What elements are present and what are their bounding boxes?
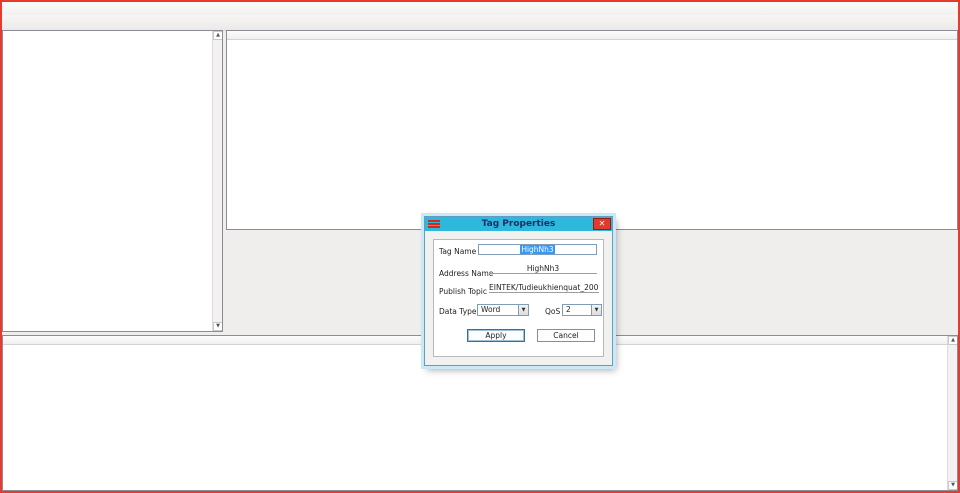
tag-name-label: Tag Name bbox=[439, 247, 476, 256]
chevron-down-icon[interactable]: ▼ bbox=[518, 305, 528, 315]
address-name-field[interactable]: HighNh3 bbox=[489, 264, 597, 274]
channel-tree-panel: ▲ ▼ bbox=[2, 30, 223, 332]
menu-bar bbox=[2, 2, 958, 15]
scroll-up-icon[interactable]: ▲ bbox=[213, 31, 223, 40]
address-name-label: Address Name bbox=[439, 269, 493, 278]
chevron-down-icon[interactable]: ▼ bbox=[591, 305, 601, 315]
channel-tree bbox=[4, 31, 211, 331]
dialog-title-bar[interactable]: Tag Properties ✕ bbox=[425, 217, 612, 231]
tag-table-panel bbox=[226, 30, 958, 230]
log-body bbox=[4, 345, 946, 490]
cancel-button[interactable]: Cancel bbox=[537, 329, 595, 342]
tag-table-header bbox=[227, 31, 957, 40]
dialog-title: Tag Properties bbox=[482, 219, 556, 229]
data-type-combobox[interactable]: Word ▼ bbox=[477, 304, 529, 316]
tree-scrollbar[interactable]: ▲ ▼ bbox=[212, 31, 222, 331]
data-type-label: Data Type bbox=[439, 307, 477, 316]
apply-button[interactable]: Apply bbox=[467, 329, 525, 342]
close-icon[interactable]: ✕ bbox=[593, 218, 611, 230]
hamburger-icon[interactable] bbox=[428, 219, 440, 229]
qos-label: QoS bbox=[545, 307, 560, 316]
toolbar bbox=[2, 15, 958, 31]
publish-topic-field[interactable]: EINTEK/Tudieukhienquat_2001202 bbox=[489, 283, 599, 293]
tag-properties-dialog: Tag Properties ✕ Tag Name HighNh3 Addres… bbox=[424, 216, 613, 366]
scroll-down-icon[interactable]: ▼ bbox=[948, 481, 958, 490]
scroll-down-icon[interactable]: ▼ bbox=[213, 322, 223, 331]
log-scrollbar[interactable]: ▲ ▼ bbox=[947, 336, 957, 490]
app-window: ▲ ▼ ▲ ▼ Tag Properties ✕ Tag Name HighNh… bbox=[0, 0, 960, 493]
qos-combobox[interactable]: 2 ▼ bbox=[562, 304, 602, 316]
scroll-up-icon[interactable]: ▲ bbox=[948, 336, 958, 345]
data-type-value: Word bbox=[481, 305, 500, 314]
tag-name-input[interactable]: HighNh3 bbox=[478, 244, 597, 255]
publish-topic-label: Publish Topic bbox=[439, 287, 487, 296]
qos-value: 2 bbox=[566, 305, 571, 314]
tag-name-value: HighNh3 bbox=[520, 245, 554, 254]
